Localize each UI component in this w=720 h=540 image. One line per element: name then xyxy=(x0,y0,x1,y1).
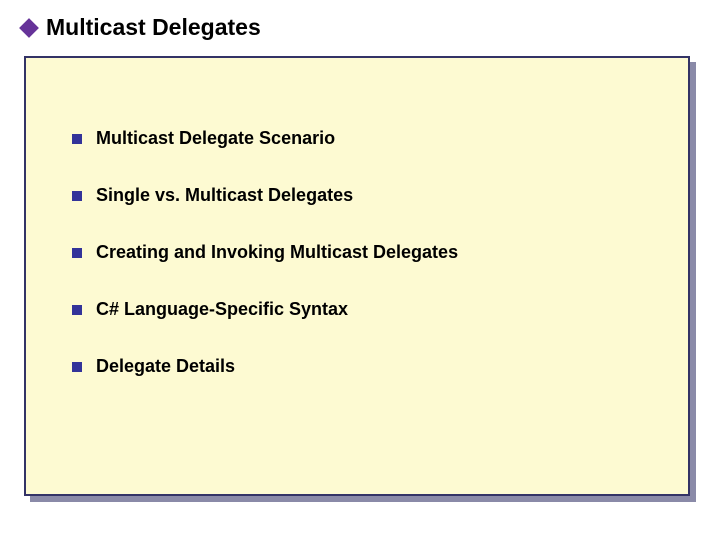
list-item: C# Language-Specific Syntax xyxy=(72,299,458,320)
bullet-text: Multicast Delegate Scenario xyxy=(96,128,335,149)
bullet-text: Creating and Invoking Multicast Delegate… xyxy=(96,242,458,263)
square-icon xyxy=(72,191,82,201)
list-item: Single vs. Multicast Delegates xyxy=(72,185,458,206)
bullet-text: Delegate Details xyxy=(96,356,235,377)
square-icon xyxy=(72,362,82,372)
slide-title-row: Multicast Delegates xyxy=(22,14,261,41)
content-panel: Multicast Delegate Scenario Single vs. M… xyxy=(24,56,690,496)
list-item: Creating and Invoking Multicast Delegate… xyxy=(72,242,458,263)
square-icon xyxy=(72,134,82,144)
square-icon xyxy=(72,305,82,315)
slide-title: Multicast Delegates xyxy=(46,14,261,41)
list-item: Delegate Details xyxy=(72,356,458,377)
square-icon xyxy=(72,248,82,258)
bullet-text: Single vs. Multicast Delegates xyxy=(96,185,353,206)
bullet-list: Multicast Delegate Scenario Single vs. M… xyxy=(72,128,458,413)
bullet-text: C# Language-Specific Syntax xyxy=(96,299,348,320)
diamond-icon xyxy=(19,18,39,38)
list-item: Multicast Delegate Scenario xyxy=(72,128,458,149)
slide: Multicast Delegates Multicast Delegate S… xyxy=(0,0,720,540)
